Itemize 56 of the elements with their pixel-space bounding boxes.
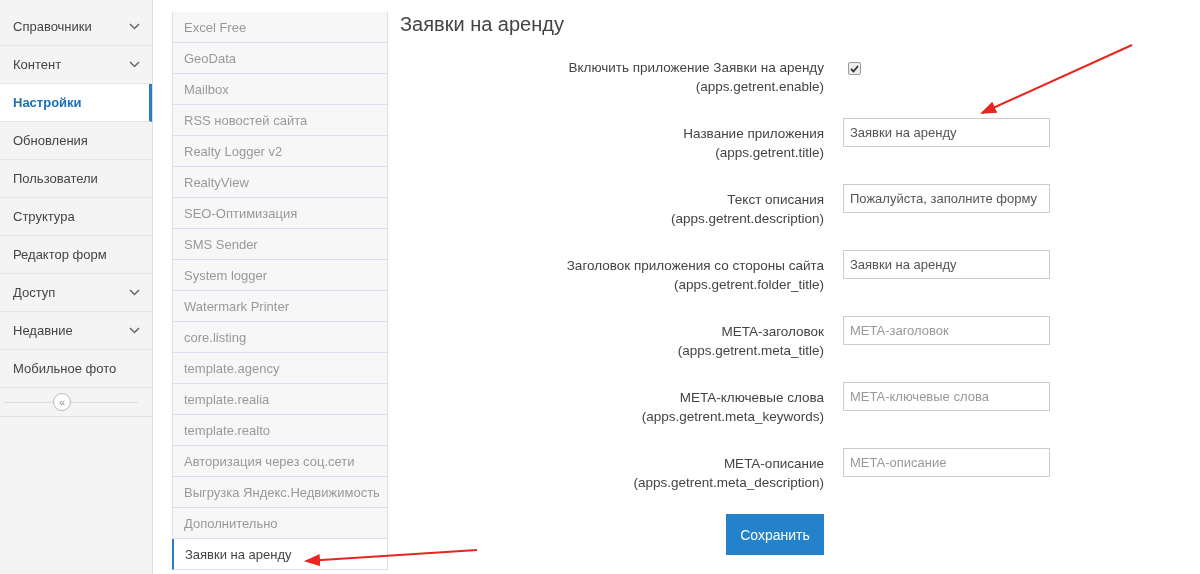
sidebar-item[interactable]: Настройки	[0, 84, 152, 122]
module-list-item[interactable]: Watermark Printer	[172, 291, 388, 322]
module-list-item[interactable]: Заявки на аренду	[172, 539, 388, 570]
field-label: Включить приложение Заявки на аренду	[567, 59, 824, 77]
text-field[interactable]: Пожалуйста, заполните форму	[843, 184, 1050, 213]
field-key: (apps.getrent.title)	[400, 143, 824, 162]
field-key: (apps.getrent.description)	[400, 209, 824, 228]
page-title: Заявки на аренду	[400, 13, 565, 37]
text-field[interactable]: Заявки на аренду	[843, 250, 1050, 279]
field-label: META-описание	[722, 455, 824, 473]
module-list-item[interactable]: Realty Logger v2	[172, 136, 388, 167]
sidebar-item[interactable]: Недавние	[0, 312, 152, 350]
check-icon	[850, 64, 859, 73]
field-key: (apps.getrent.meta_keywords)	[400, 407, 824, 426]
chevron-icon	[129, 23, 140, 30]
module-list-item[interactable]: System logger	[172, 260, 388, 291]
module-list-item[interactable]: core.listing	[172, 322, 388, 353]
sidebar-item[interactable]: Редактор форм	[0, 236, 152, 274]
module-list-item[interactable]: Выгрузка Яндекс.Недвижимость	[172, 477, 388, 508]
chevron-icon	[129, 289, 140, 296]
module-list-item[interactable]: SEO-Оптимизация	[172, 198, 388, 229]
module-list-item[interactable]: Mailbox	[172, 74, 388, 105]
collapse-button[interactable]: «	[53, 393, 71, 411]
module-list-item[interactable]: template.agency	[172, 353, 388, 384]
save-button[interactable]: Сохранить	[726, 514, 824, 555]
text-field[interactable]: Заявки на аренду	[843, 118, 1050, 147]
text-field[interactable]: META-описание	[843, 448, 1050, 477]
module-list-item[interactable]: RSS новостей сайта	[172, 105, 388, 136]
field-label: Заголовок приложения со стороны сайта	[565, 257, 824, 275]
module-list-item[interactable]: Дополнительно	[172, 508, 388, 539]
field-label: Текст описания	[726, 191, 824, 209]
field-key: (apps.getrent.meta_description)	[400, 473, 824, 492]
field-label: META-ключевые слова	[678, 389, 824, 407]
chevron-icon	[129, 327, 140, 334]
sidebar-item[interactable]: Справочники	[0, 8, 152, 46]
field-key: (apps.getrent.folder_title)	[400, 275, 824, 294]
field-label: Название приложения	[682, 125, 824, 143]
field-label: META-заголовок	[720, 323, 824, 341]
field-key: (apps.getrent.enable)	[400, 77, 824, 96]
field-key: (apps.getrent.meta_title)	[400, 341, 824, 360]
sidebar-item[interactable]: Пользователи	[0, 160, 152, 198]
sidebar-item[interactable]: Мобильное фото	[0, 350, 152, 388]
module-list-item[interactable]: Авторизация через соц.сети	[172, 446, 388, 477]
module-list-item[interactable]: Excel Free	[172, 12, 388, 43]
module-list-item[interactable]: template.realia	[172, 384, 388, 415]
module-list-item[interactable]: template.realto	[172, 415, 388, 446]
enable-checkbox[interactable]	[848, 62, 861, 75]
module-list-item[interactable]: SMS Sender	[172, 229, 388, 260]
sidebar-item[interactable]: Структура	[0, 198, 152, 236]
sidebar-item[interactable]: Доступ	[0, 274, 152, 312]
text-field[interactable]: META-ключевые слова	[843, 382, 1050, 411]
sidebar-item[interactable]: Обновления	[0, 122, 152, 160]
chevron-icon	[129, 61, 140, 68]
module-list-item[interactable]: GeoData	[172, 43, 388, 74]
text-field[interactable]: META-заголовок	[843, 316, 1050, 345]
module-list-item[interactable]: RealtyView	[172, 167, 388, 198]
